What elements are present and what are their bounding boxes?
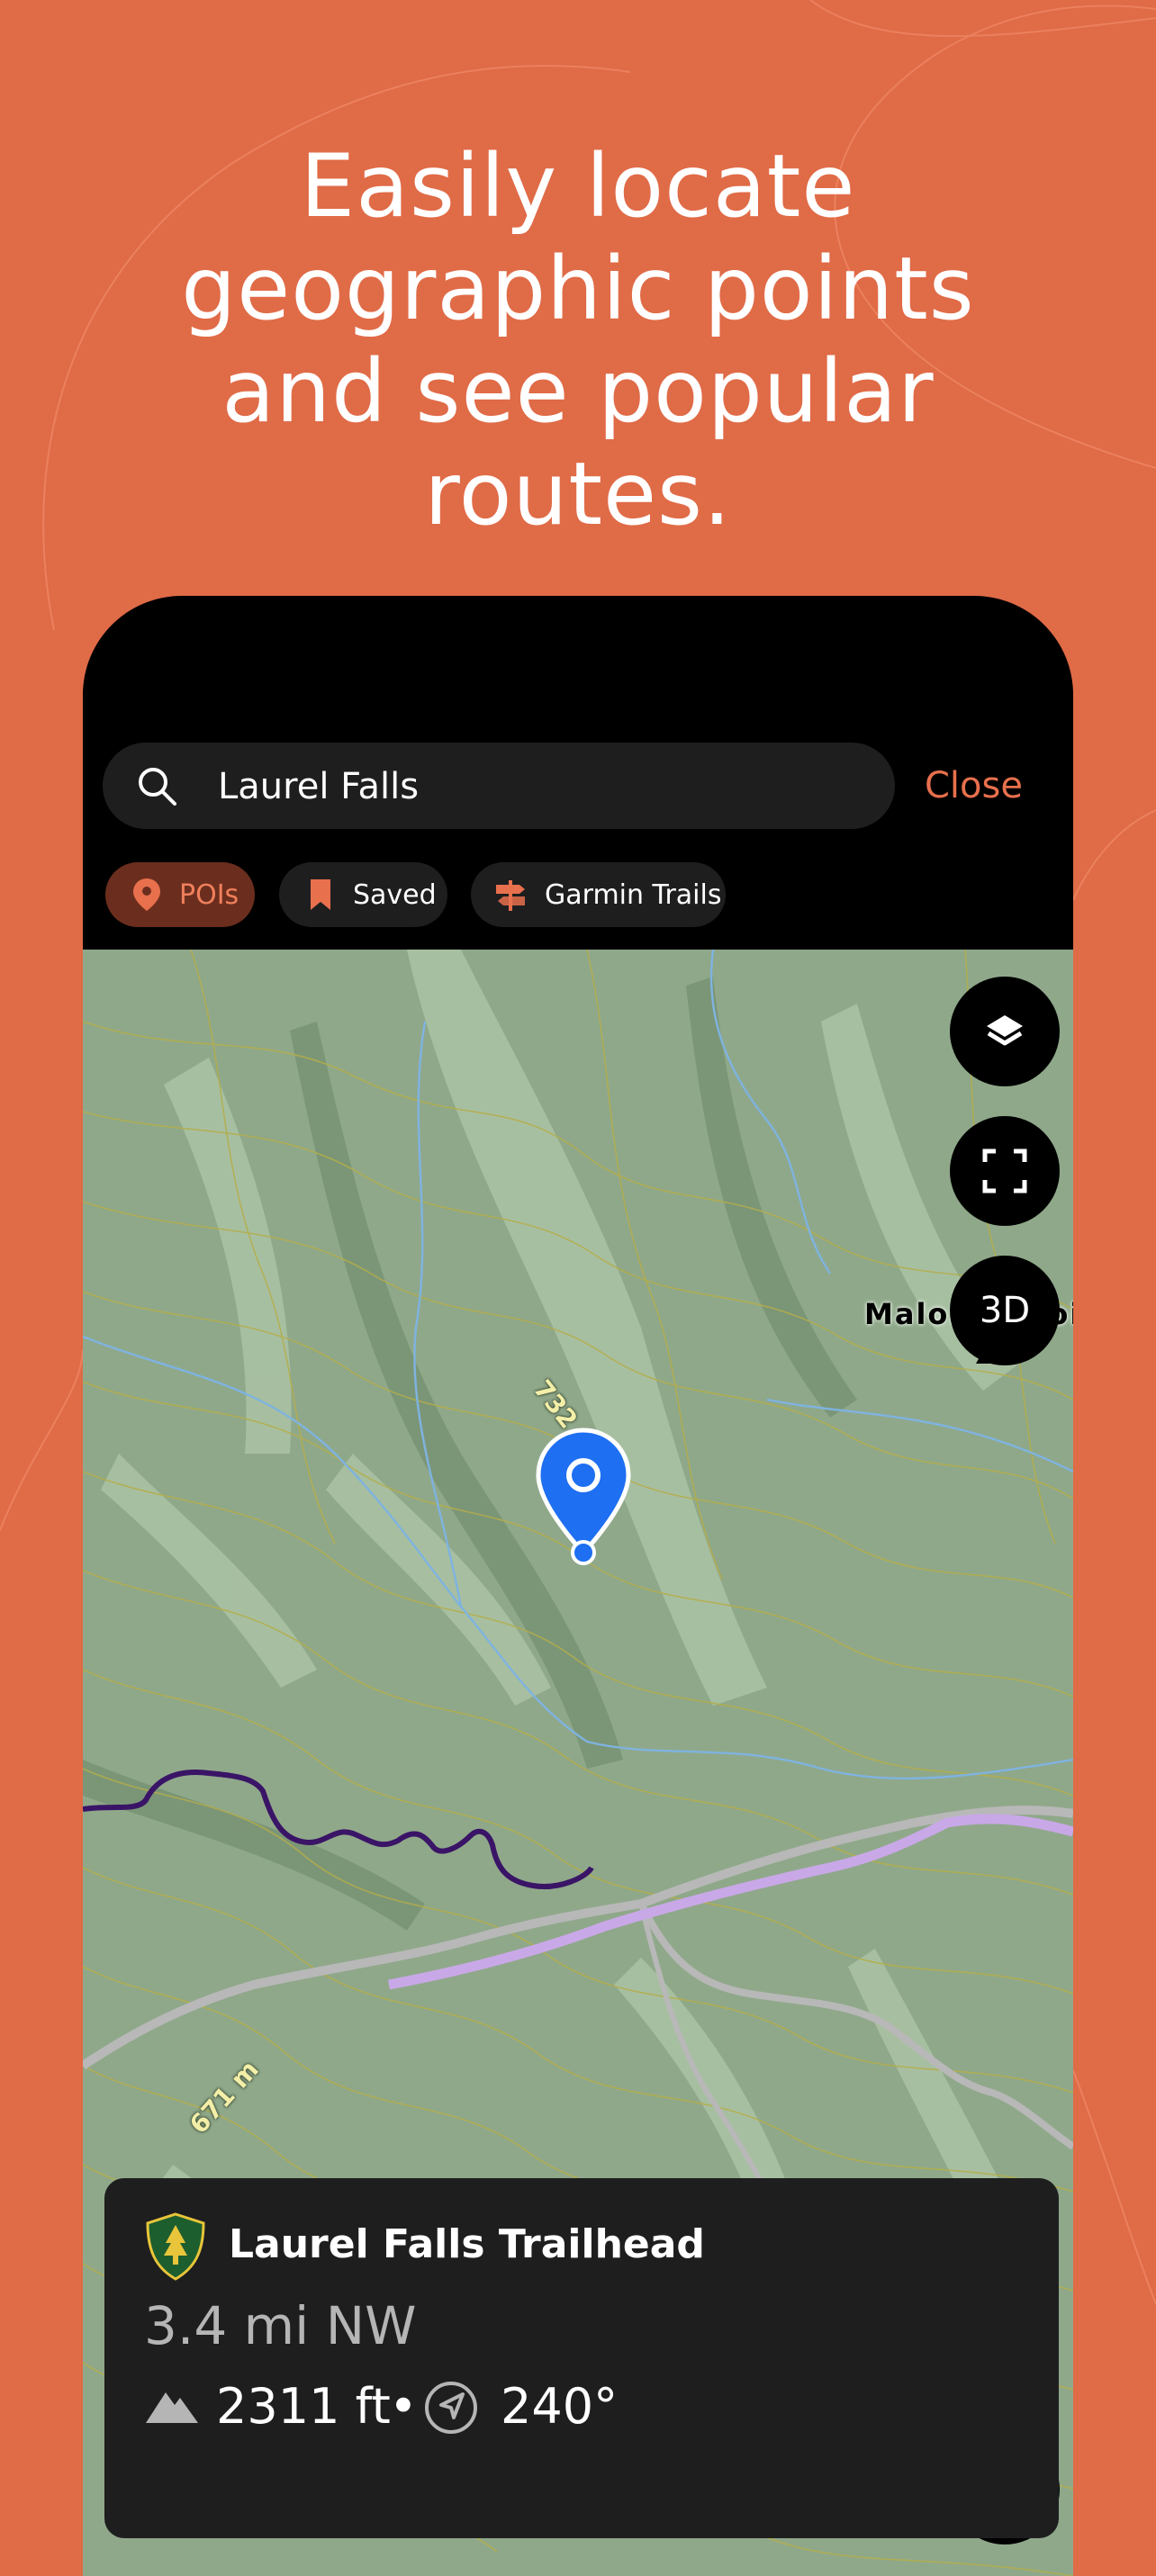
usfs-shield-icon [146, 2212, 205, 2281]
mountain-icon [146, 2392, 198, 2423]
compass-bearing-icon [425, 2382, 477, 2434]
3d-button[interactable]: 3D [950, 1256, 1060, 1365]
3d-label: 3D [979, 1290, 1031, 1331]
layers-icon [987, 1015, 1023, 1046]
chip-label: Saved [353, 879, 437, 911]
layers-button[interactable] [950, 977, 1060, 1086]
fullscreen-button[interactable] [950, 1116, 1060, 1226]
chip-label: POIs [179, 879, 239, 911]
chip-saved[interactable]: Saved [279, 862, 447, 927]
poi-elevation: 2311 ft [216, 2378, 391, 2435]
headline: Easily locate geographic points and see … [0, 135, 1156, 545]
poi-distance: 3.4 mi NW [144, 2295, 417, 2356]
poi-info-card[interactable]: Laurel Falls Trailhead 3.4 mi NW 2311 ft… [104, 2178, 1059, 2538]
headline-line: Easily locate [300, 136, 856, 237]
location-pin-marker[interactable] [533, 1427, 634, 1571]
chip-label: Garmin Trails [545, 879, 722, 911]
chip-garmin-trails[interactable]: Garmin Trails [471, 862, 726, 927]
headline-line: and see popular [221, 341, 935, 442]
stat-separator: • [389, 2378, 418, 2435]
poi-name: Laurel Falls Trailhead [229, 2221, 705, 2267]
headline-line: routes. [424, 444, 732, 545]
headline-line: geographic points [181, 239, 975, 339]
expand-icon [982, 1148, 1027, 1193]
location-pin-icon [133, 878, 160, 911]
search-icon [139, 768, 176, 806]
bookmark-icon [311, 879, 330, 910]
trail-sign-icon [496, 880, 525, 911]
close-button[interactable]: Close [925, 765, 1023, 806]
poi-bearing: 240° [501, 2378, 619, 2435]
chip-pois[interactable]: POIs [105, 862, 255, 927]
search-value: Laurel Falls [218, 766, 420, 807]
search-input[interactable]: Laurel Falls [103, 743, 895, 829]
